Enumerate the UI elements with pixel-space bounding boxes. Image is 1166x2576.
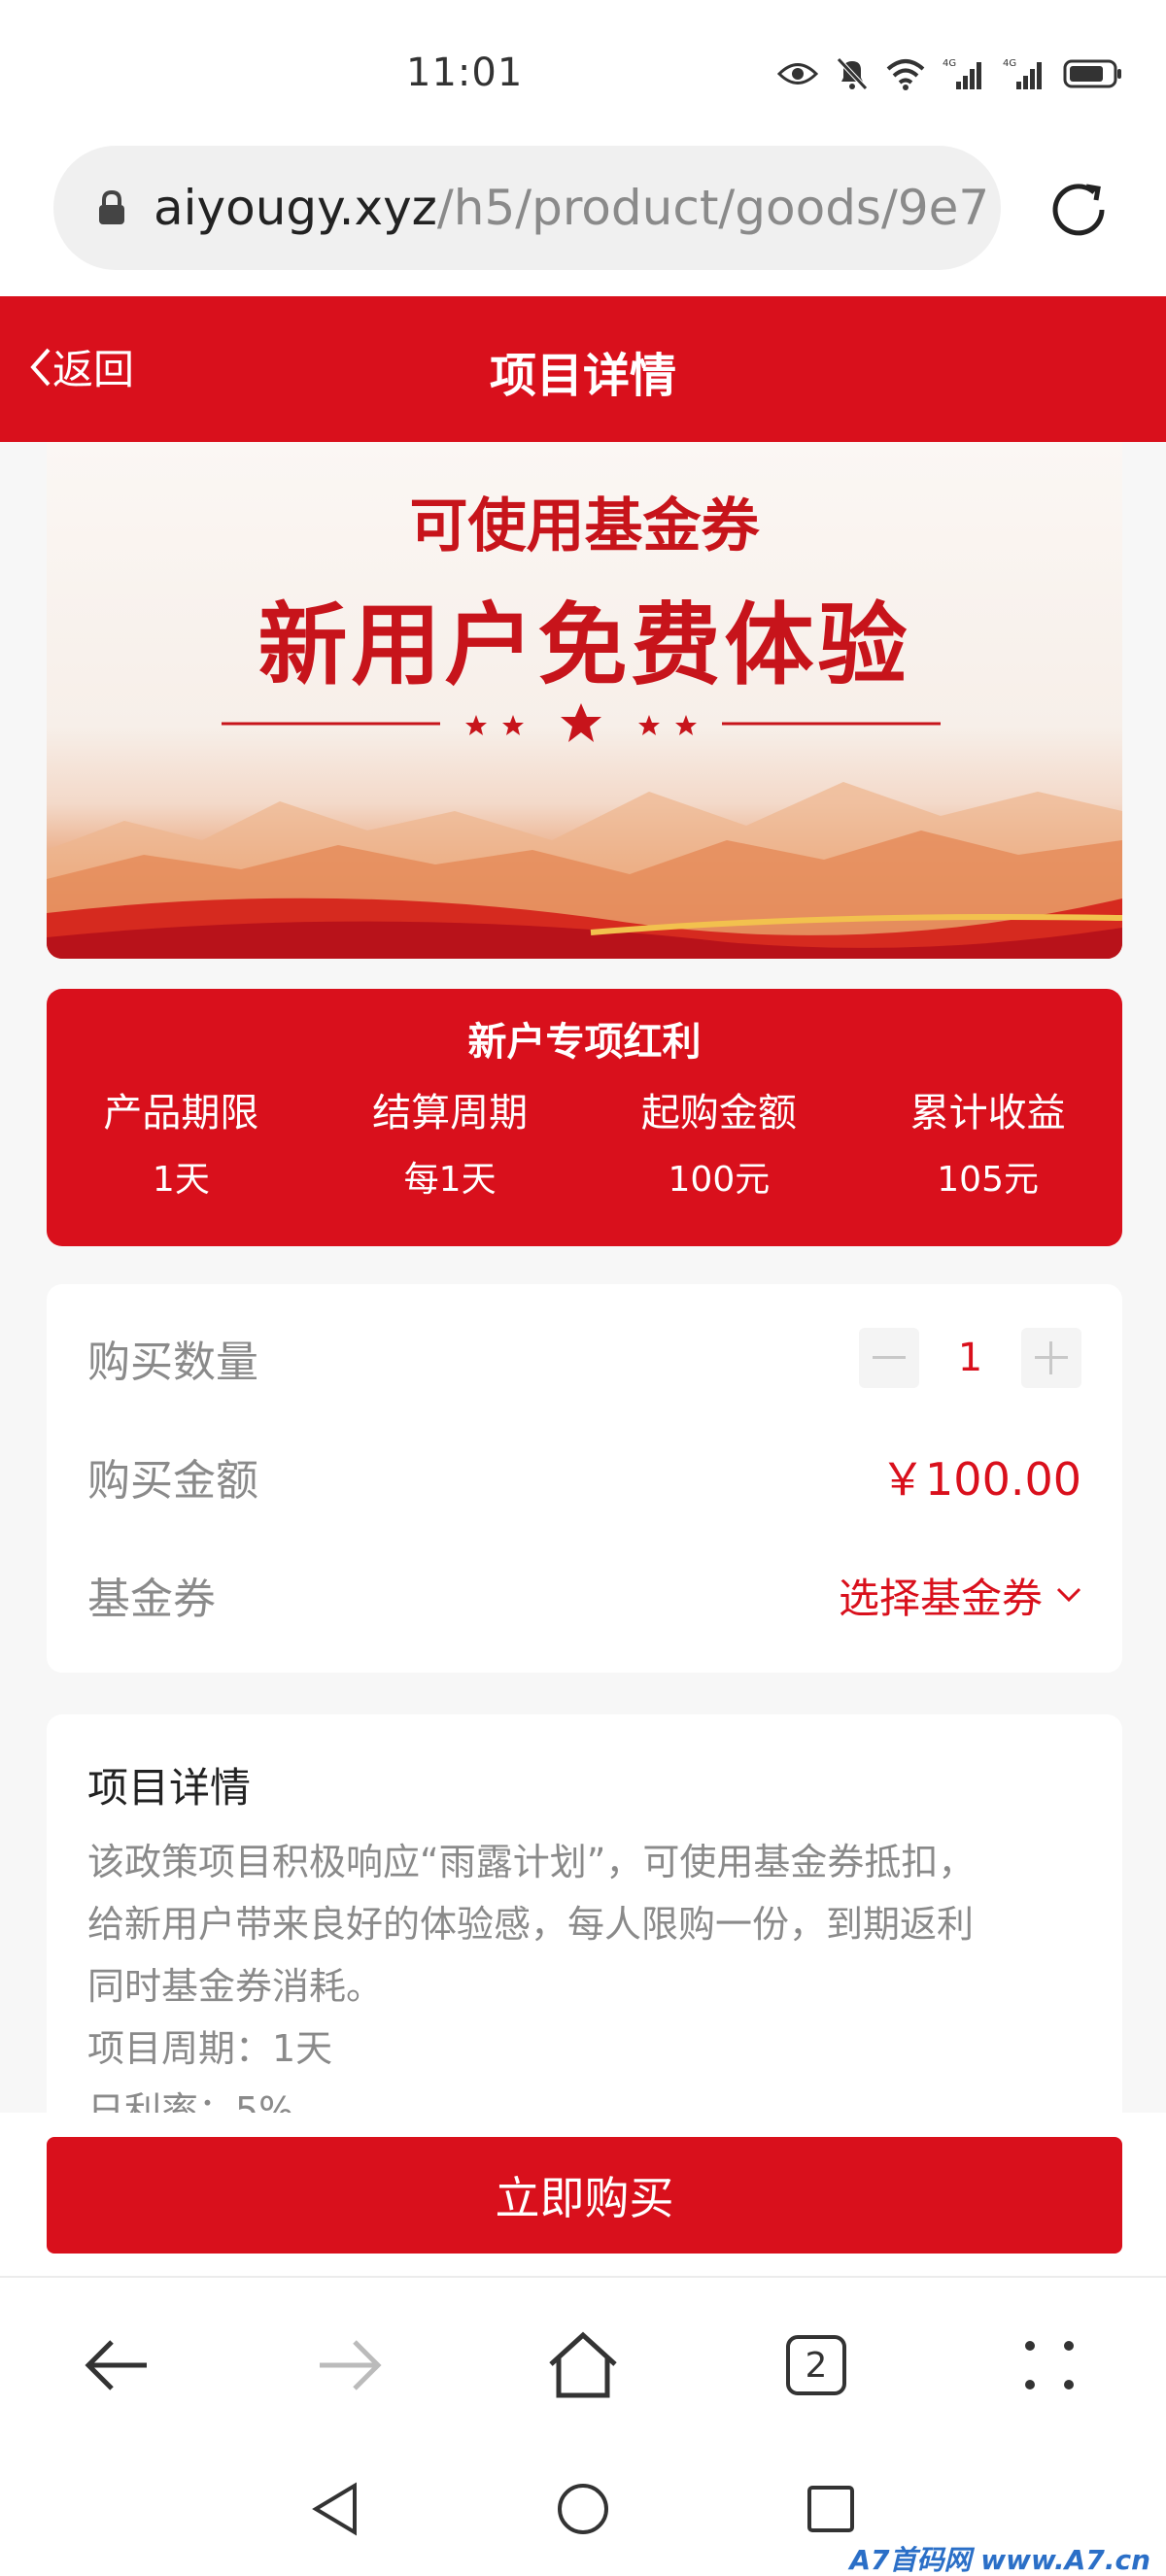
info-label: 产品期限 [103,1091,259,1135]
promo-banner: 可使用基金券 新用户免费体验 [47,442,1122,959]
browser-forward-button[interactable] [306,2322,394,2409]
arrow-right-icon [320,2340,382,2390]
amount-label: 购买金额 [87,1456,258,1506]
status-icons: 4G 4G [777,56,1123,91]
bonus-info-card: 新户专项红利 产品期限 1天 结算周期 每1天 起购金额 100元 累计收益 1… [47,989,1122,1246]
coupon-label: 基金券 [87,1575,216,1624]
info-column: 结算周期 每1天 [316,1081,585,1202]
amount-row: 购买金额 ￥100.00 [87,1438,1081,1515]
square-recents-icon [807,2486,854,2532]
info-column: 累计收益 105元 [853,1081,1122,1202]
quantity-label: 购买数量 [87,1338,258,1387]
info-card-title: 新户专项红利 [467,1020,702,1065]
url-text: aiyougy.xyz/h5/product/goods/9e7 [154,180,989,236]
browser-back-button[interactable] [73,2322,160,2409]
banner-subtitle: 可使用基金券 [409,492,760,560]
circle-home-icon [558,2484,608,2534]
buy-now-button[interactable]: 立即购买 [47,2137,1122,2254]
signal-4g-icon: 4G [943,58,981,89]
info-value: 100元 [668,1160,771,1200]
purchase-card: 购买数量 1 购买金额 ￥100.00 基金券 选择基金券 [47,1284,1122,1673]
details-line: 项目周期：1天 [87,2027,333,2070]
browser-bottom-nav: 2 [0,2278,1166,2448]
info-column: 产品期限 1天 [47,1081,316,1202]
details-line: 该政策项目积极响应“雨露计划”，可使用基金券抵扣， [87,1841,976,1883]
watermark: A7首码网 www.A7.cn [849,2544,1150,2576]
home-icon [549,2331,617,2398]
triangle-back-icon [312,2482,357,2536]
buy-bar: 立即购买 [0,2113,1166,2278]
chevron-down-icon [1056,1587,1081,1603]
signal-4g-icon: 4G [1003,58,1042,89]
banner-title: 新用户免费体验 [257,593,911,697]
details-body: 该政策项目积极响应“雨露计划”，可使用基金券抵扣， 给新用户带来良好的体验感，每… [87,1831,1064,2113]
info-label: 累计收益 [909,1091,1066,1135]
info-label: 结算周期 [372,1091,529,1135]
info-label: 起购金额 [640,1091,797,1135]
details-line: 日利率：5% [87,2089,294,2113]
minus-icon [873,1356,906,1359]
browser-menu-button[interactable] [1006,2322,1093,2409]
svg-text:4G: 4G [1003,58,1016,69]
details-line: 给新用户带来良好的体验感，每人限购一份，到期返利 [87,1903,975,1946]
system-back-button[interactable] [301,2475,369,2543]
system-recents-button[interactable] [797,2475,865,2543]
browser-address-row: aiyougy.xyz/h5/product/goods/9e7 [0,146,1166,296]
lock-icon [99,189,124,224]
reload-icon[interactable] [1044,175,1114,245]
details-line: 同时基金券消耗。 [87,1965,384,2008]
eye-icon [777,63,818,85]
coupon-row[interactable]: 基金券 选择基金券 [87,1556,1081,1634]
system-nav-bar: A7首码网 www.A7.cn [0,2448,1166,2576]
quantity-stepper: 1 [859,1328,1081,1388]
mute-bell-icon [837,57,868,90]
browser-home-button[interactable] [539,2322,627,2409]
status-bar: 11:01 4G 4G [0,0,1166,146]
battery-icon [1063,59,1121,88]
select-coupon-button[interactable]: 选择基金券 [839,1566,1081,1625]
plus-icon [1035,1341,1068,1374]
info-value: 105元 [937,1160,1039,1200]
quantity-value[interactable]: 1 [919,1336,1021,1380]
amount-value: ￥100.00 [880,1453,1081,1506]
info-column: 起购金额 100元 [585,1081,854,1202]
url-path: /h5/product/goods/9e7 [436,180,990,236]
grid-dots-icon [1025,2341,1074,2390]
address-bar[interactable]: aiyougy.xyz/h5/product/goods/9e7 [53,146,1001,270]
increment-button[interactable] [1021,1328,1081,1388]
svg-text:4G: 4G [943,58,956,69]
details-title: 项目详情 [87,1764,252,1812]
quantity-row: 购买数量 1 [87,1319,1081,1397]
details-card: 项目详情 该政策项目积极响应“雨露计划”，可使用基金券抵扣， 给新用户带来良好的… [47,1714,1122,2113]
content-area[interactable]: 可使用基金券 新用户免费体验 新户专项红利 产品期限 1天 结算周期 每1天 起… [0,442,1166,2113]
page-title: 项目详情 [489,349,676,403]
system-home-button[interactable] [549,2475,617,2543]
app-header: 返回 项目详情 [0,296,1166,442]
select-coupon-label: 选择基金券 [838,1574,1043,1622]
status-time: 11:01 [406,51,524,95]
great-wall-landscape-icon [47,782,1122,959]
wifi-icon [886,59,925,90]
arrow-left-icon [85,2340,147,2390]
decrement-button[interactable] [859,1328,919,1388]
browser-tabs-button[interactable]: 2 [772,2322,860,2409]
info-value: 1天 [152,1160,210,1200]
url-host: aiyougy.xyz [154,180,437,236]
info-value: 每1天 [403,1160,497,1200]
info-columns: 产品期限 1天 结算周期 每1天 起购金额 100元 累计收益 105元 [47,1081,1122,1202]
tab-count: 2 [786,2335,846,2395]
